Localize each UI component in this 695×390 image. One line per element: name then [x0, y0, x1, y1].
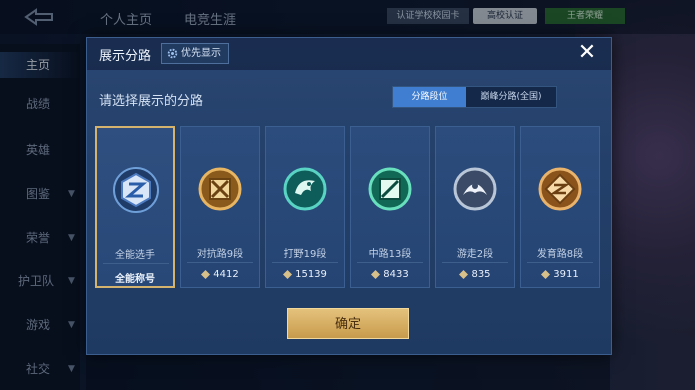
lane-score: 15139: [266, 269, 344, 280]
lane-score: 3911: [521, 269, 599, 280]
lane-card-clash[interactable]: 对抗路9段 4412: [180, 126, 260, 288]
farm-lane-emblem-icon: [538, 167, 582, 211]
lane-card-all-round[interactable]: 全能选手 全能称号: [95, 126, 175, 288]
lane-display-dialog: 展示分路 优先显示 ✕ 请选择展示的分路 分路段位 巅峰分路(全国) 全能选手 …: [86, 37, 612, 355]
lane-card-mid[interactable]: 中路13段 8433: [350, 126, 430, 288]
divider: [103, 263, 169, 264]
divider: [527, 262, 593, 263]
select-lane-prompt: 请选择展示的分路: [99, 94, 204, 109]
divider: [272, 262, 338, 263]
lane-foot-text: 全能称号: [115, 274, 155, 285]
lane-score-value: 3911: [553, 269, 579, 280]
diamond-icon: [459, 270, 469, 279]
lane-score-value: 4412: [213, 269, 239, 280]
lane-score: 4412: [181, 269, 259, 280]
priority-display-label: 优先显示: [181, 48, 221, 59]
lane-score: 835: [436, 269, 514, 280]
lane-score-value: 835: [471, 269, 491, 280]
close-icon[interactable]: ✕: [575, 42, 599, 66]
gear-icon: [167, 48, 178, 59]
diamond-icon: [201, 270, 211, 279]
lane-card-roam[interactable]: 游走2段 835: [435, 126, 515, 288]
jungle-emblem-icon: [283, 167, 327, 211]
lane-name: 全能选手: [115, 250, 155, 261]
priority-display-button[interactable]: 优先显示: [161, 43, 229, 64]
lane-tabs: 分路段位 巅峰分路(全国): [392, 86, 557, 108]
dialog-header: 展示分路 优先显示 ✕: [87, 38, 611, 70]
lane-name: 发育路8段: [536, 249, 584, 260]
diamond-icon: [371, 270, 381, 279]
lane-card-jungle[interactable]: 打野19段 15139: [265, 126, 345, 288]
lane-name: 对抗路9段: [196, 249, 244, 260]
mid-lane-emblem-icon: [368, 167, 412, 211]
lane-name: 中路13段: [368, 249, 412, 260]
tab-lane-rank[interactable]: 分路段位: [393, 87, 466, 107]
dialog-title: 展示分路: [99, 49, 152, 64]
all-round-emblem-icon: [113, 167, 159, 213]
roam-emblem-icon: [453, 167, 497, 211]
divider: [442, 262, 508, 263]
divider: [187, 262, 253, 263]
lane-title-label: 全能称号: [97, 270, 173, 285]
tab-peak-lane-national[interactable]: 巅峰分路(全国): [466, 87, 556, 107]
lane-score-value: 15139: [295, 269, 327, 280]
lane-score-value: 8433: [383, 269, 409, 280]
lane-score: 8433: [351, 269, 429, 280]
lane-name: 打野19段: [283, 249, 327, 260]
clash-lane-emblem-icon: [198, 167, 242, 211]
divider: [357, 262, 423, 263]
confirm-button[interactable]: 确定: [287, 308, 409, 339]
diamond-icon: [541, 270, 551, 279]
diamond-icon: [283, 270, 293, 279]
lane-name: 游走2段: [456, 249, 494, 260]
lane-card-farm[interactable]: 发育路8段 3911: [520, 126, 600, 288]
